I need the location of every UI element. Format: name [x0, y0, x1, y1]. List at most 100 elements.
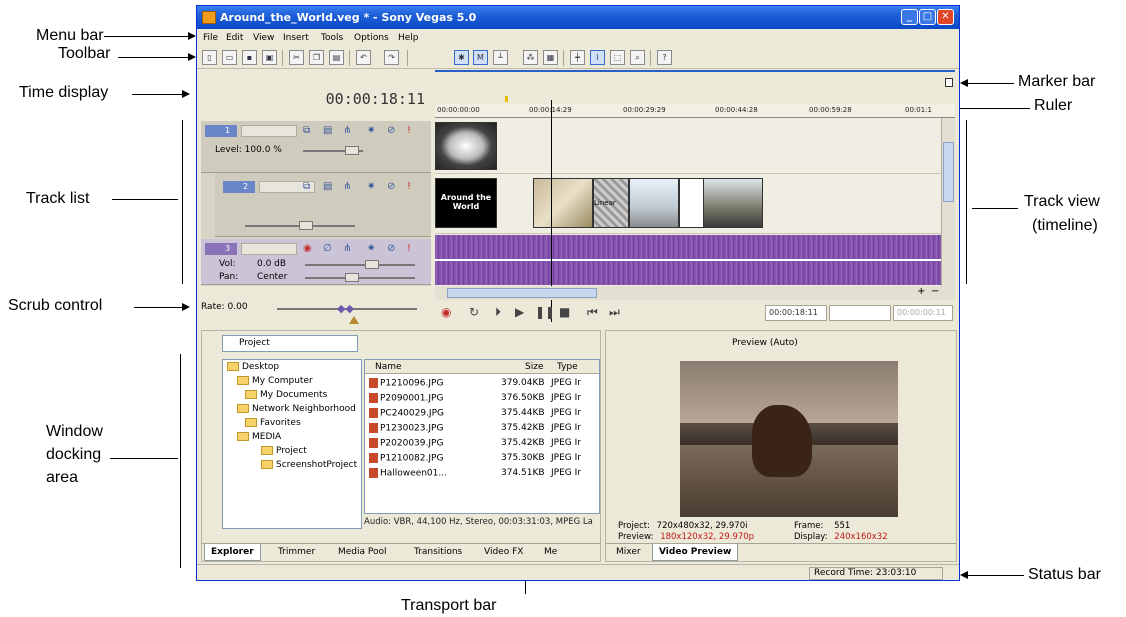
video-clip[interactable]: [679, 178, 705, 228]
level-slider-knob[interactable]: [345, 146, 359, 155]
audio-waveform[interactable]: [435, 235, 941, 285]
zoom-out-button[interactable]: −: [931, 286, 939, 297]
video-clip[interactable]: [703, 178, 763, 228]
track-fx-icon[interactable]: ⋔: [343, 243, 351, 254]
track-header-2[interactable]: 2 ⧉ ▤ ⋔ ✷ ⊘ !: [215, 173, 431, 237]
solo-icon[interactable]: !: [407, 125, 411, 136]
file-row[interactable]: Halloween01... 374.51KB JPEG Ir: [365, 466, 587, 481]
track-name-field[interactable]: [241, 243, 297, 255]
tab-explorer[interactable]: Explorer: [204, 544, 261, 561]
column-type[interactable]: Type: [557, 362, 578, 372]
tab-media-generators[interactable]: Me: [538, 544, 563, 561]
time-display[interactable]: 00:00:18:11: [201, 70, 431, 122]
pause-icon[interactable]: ❚❚: [535, 305, 555, 319]
copy-icon[interactable]: ❐: [309, 50, 324, 65]
auto-ripple-icon[interactable]: M: [473, 50, 488, 65]
location-dropdown[interactable]: Project: [222, 335, 358, 352]
file-row[interactable]: P1210096.JPG 379.04KB JPEG Ir: [365, 376, 587, 391]
cut-icon[interactable]: ✂: [289, 50, 304, 65]
snap-icon[interactable]: ✱: [454, 50, 469, 65]
tree-item-favorites[interactable]: Favorites: [245, 418, 301, 428]
track-header-3[interactable]: 3 ◉ ∅ ⋔ ✷ ⊘ ! Vol: 0.0 dB Pan: Center: [201, 239, 431, 285]
track-motion-icon[interactable]: ⧉: [303, 125, 310, 136]
track-view[interactable]: Around the World Linear: [435, 118, 941, 286]
invert-phase-icon[interactable]: ∅: [323, 243, 332, 254]
play-icon[interactable]: ▶: [515, 305, 524, 319]
tree-item-my-documents[interactable]: My Documents: [245, 390, 327, 400]
pan-slider-knob[interactable]: [345, 273, 359, 282]
mute-icon[interactable]: ⊘: [387, 181, 395, 192]
menu-options[interactable]: Options: [354, 29, 389, 47]
tab-transitions[interactable]: Transitions: [408, 544, 468, 561]
go-to-end-icon[interactable]: ⏭: [609, 305, 620, 320]
tree-item-desktop[interactable]: Desktop: [227, 362, 279, 372]
new-icon[interactable]: ▯: [202, 50, 217, 65]
menu-insert[interactable]: Insert: [283, 29, 309, 47]
selection-end-timecode[interactable]: [829, 305, 891, 321]
scrub-handle-icon[interactable]: ◆◆: [337, 302, 354, 315]
title-clip[interactable]: Around the World: [435, 178, 497, 228]
file-row[interactable]: P2090001.JPG 376.50KB JPEG Ir: [365, 391, 587, 406]
level-slider-knob[interactable]: [299, 221, 313, 230]
tab-trimmer[interactable]: Trimmer: [272, 544, 321, 561]
video-preview-frame[interactable]: [680, 361, 898, 517]
menu-help[interactable]: Help: [398, 29, 419, 47]
tab-video-fx[interactable]: Video FX: [478, 544, 529, 561]
tab-mixer[interactable]: Mixer: [610, 544, 647, 561]
settings-gear-icon[interactable]: ✷: [367, 181, 375, 192]
minimize-button[interactable]: _: [901, 9, 918, 25]
render-icon[interactable]: ▣: [262, 50, 277, 65]
transition-clip[interactable]: [533, 178, 593, 228]
solo-icon[interactable]: !: [407, 243, 411, 254]
undo-icon[interactable]: ↶: [356, 50, 371, 65]
go-to-start-icon[interactable]: ⏮: [587, 305, 598, 320]
mute-icon[interactable]: ⊘: [387, 243, 395, 254]
loop-playback-icon[interactable]: ↻: [469, 305, 479, 319]
video-clip[interactable]: [435, 122, 497, 170]
tree-item-my-computer[interactable]: My Computer: [237, 376, 313, 386]
arm-record-icon[interactable]: ◉: [303, 243, 312, 254]
ignore-grouping-icon[interactable]: ▦: [543, 50, 558, 65]
tree-item-media[interactable]: MEDIA: [237, 432, 281, 442]
envelope-tool-icon[interactable]: ⌇: [590, 50, 605, 65]
file-row[interactable]: P1210082.JPG 375.30KB JPEG Ir: [365, 451, 587, 466]
selection-length-timecode[interactable]: 00:00:00:11: [893, 305, 953, 321]
ruler[interactable]: 00:00:00:00 00:00:14:29 00:00:29:29 00:0…: [435, 104, 955, 118]
title-bar[interactable]: Around_the_World.veg * - Sony Vegas 5.0 …: [197, 6, 959, 29]
file-row[interactable]: P1230023.JPG 375.42KB JPEG Ir: [365, 421, 587, 436]
menu-view[interactable]: View: [253, 29, 274, 47]
vertical-scrollbar[interactable]: [941, 118, 955, 286]
track-motion-icon[interactable]: ⧉: [303, 181, 310, 192]
horizontal-scroll-thumb[interactable]: [447, 288, 597, 298]
stop-icon[interactable]: ■: [559, 305, 570, 319]
menu-file[interactable]: File: [203, 29, 218, 47]
marker-bar[interactable]: [435, 70, 955, 104]
settings-gear-icon[interactable]: ✷: [367, 125, 375, 136]
menu-edit[interactable]: Edit: [226, 29, 243, 47]
linear-transition[interactable]: Linear: [593, 178, 629, 228]
file-list[interactable]: Name Size Type P1210096.JPG 379.04KB JPEG …: [364, 359, 600, 514]
column-size[interactable]: Size: [525, 362, 543, 372]
vol-slider[interactable]: [305, 264, 415, 266]
tree-item-network[interactable]: Network Neighborhood: [237, 404, 356, 414]
maximize-button[interactable]: □: [919, 9, 936, 25]
solo-icon[interactable]: !: [407, 181, 411, 192]
composite-mode-icon[interactable]: ▤: [323, 125, 332, 136]
track-fx-icon[interactable]: ⋔: [343, 125, 351, 136]
folder-tree[interactable]: Desktop My Computer My Documents Network…: [222, 359, 362, 529]
tab-video-preview[interactable]: Video Preview: [652, 544, 739, 561]
lock-envelopes-icon[interactable]: ⁂: [523, 50, 538, 65]
file-row[interactable]: PC240029.JPG 375.44KB JPEG Ir: [365, 406, 587, 421]
cursor-timecode[interactable]: 00:00:18:11: [765, 305, 827, 321]
paste-icon[interactable]: ▤: [329, 50, 344, 65]
zoom-in-button[interactable]: +: [917, 286, 925, 297]
track-name-field[interactable]: [241, 125, 297, 137]
file-row[interactable]: P2020039.JPG 375.42KB JPEG Ir: [365, 436, 587, 451]
track-header-1[interactable]: 1 ⧉ ▤ ⋔ ✷ ⊘ ! Level: 100.0 %: [201, 121, 431, 173]
whats-this-help-icon[interactable]: ?: [657, 50, 672, 65]
crossfade-icon[interactable]: ┴: [493, 50, 508, 65]
zoom-tool-icon[interactable]: ⌕: [630, 50, 645, 65]
tree-item-project[interactable]: Project: [261, 446, 307, 456]
menu-tools[interactable]: Tools: [321, 29, 343, 47]
pan-slider[interactable]: [305, 277, 415, 279]
